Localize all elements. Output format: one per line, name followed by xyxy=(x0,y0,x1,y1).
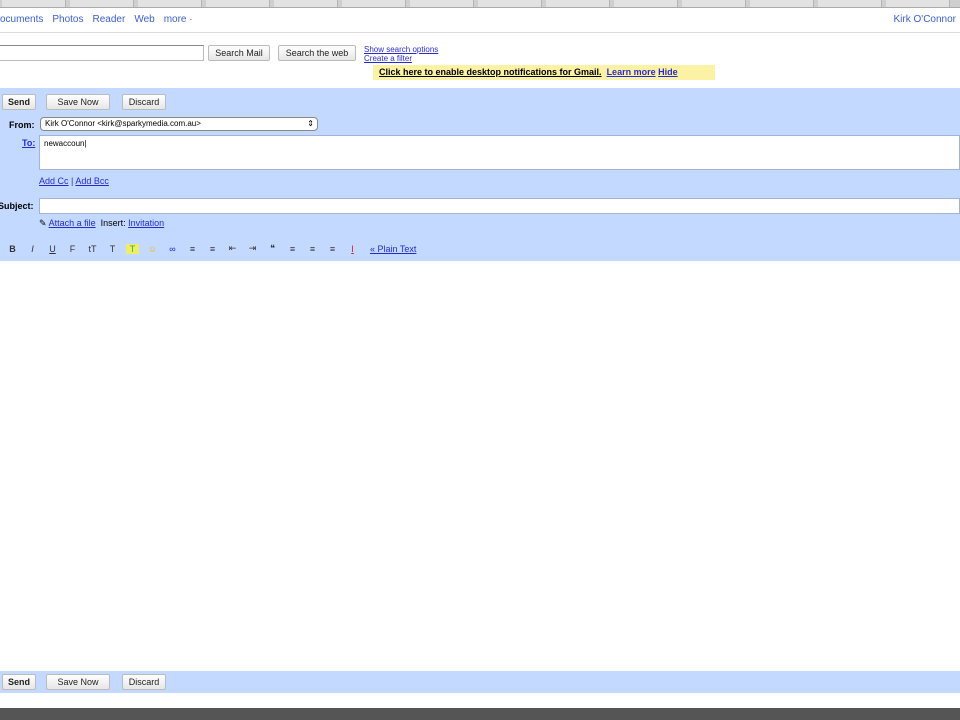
search-input[interactable] xyxy=(0,45,204,61)
message-body[interactable] xyxy=(0,261,960,671)
nav-more[interactable]: more · xyxy=(164,14,193,25)
bookmarks-bar xyxy=(0,0,960,8)
highlight-icon[interactable]: T xyxy=(126,243,139,254)
google-nav: ocuments Photos Reader Web more · xyxy=(0,14,193,25)
formatting-toolbar: B I U F tT T T ☺ ∞ ≡ ≡ ⇤ ⇥ ❝ ≡ ≡ ≡ I « P… xyxy=(6,243,416,254)
window-bottom-edge xyxy=(0,708,960,720)
send-button-bottom[interactable]: Send xyxy=(2,674,36,690)
save-now-button-bottom[interactable]: Save Now xyxy=(46,674,110,690)
align-right-icon[interactable]: ≡ xyxy=(326,244,339,254)
paperclip-icon: ✎ xyxy=(39,218,47,228)
nav-documents[interactable]: ocuments xyxy=(0,14,43,25)
link-icon[interactable]: ∞ xyxy=(166,244,179,254)
compose-header xyxy=(0,88,960,261)
plain-text-link[interactable]: « Plain Text xyxy=(370,244,416,254)
smiley-icon[interactable]: ☺ xyxy=(146,244,159,254)
send-button[interactable]: Send xyxy=(2,94,36,110)
search-mail-button[interactable]: Search Mail xyxy=(208,45,270,61)
underline-icon[interactable]: U xyxy=(46,244,59,254)
to-field[interactable]: newaccoun| xyxy=(39,135,960,170)
user-name[interactable]: Kirk O'Connor xyxy=(894,14,957,25)
from-value: Kirk O'Connor <kirk@sparkymedia.com.au> xyxy=(45,119,201,128)
quote-icon[interactable]: ❝ xyxy=(266,243,279,254)
insert-label: Insert: xyxy=(100,218,126,228)
nav-photos[interactable]: Photos xyxy=(52,14,83,25)
align-center-icon[interactable]: ≡ xyxy=(306,244,319,254)
align-left-icon[interactable]: ≡ xyxy=(286,244,299,254)
add-cc-link[interactable]: Add Cc xyxy=(39,176,69,186)
outdent-icon[interactable]: ⇤ xyxy=(226,243,239,254)
text-color-icon[interactable]: T xyxy=(106,244,119,254)
save-now-button[interactable]: Save Now xyxy=(46,94,110,110)
bold-icon[interactable]: B xyxy=(6,244,19,254)
search-web-button[interactable]: Search the web xyxy=(278,45,356,61)
nav-reader[interactable]: Reader xyxy=(93,14,126,25)
from-select[interactable]: Kirk O'Connor <kirk@sparkymedia.com.au> ⇕ xyxy=(40,117,318,131)
nav-web[interactable]: Web xyxy=(134,14,154,25)
show-search-options-link[interactable]: Show search options xyxy=(364,45,438,54)
indent-icon[interactable]: ⇥ xyxy=(246,243,259,254)
create-filter-link[interactable]: Create a filter xyxy=(364,54,438,63)
numbered-list-icon[interactable]: ≡ xyxy=(186,244,199,254)
select-arrows-icon: ⇕ xyxy=(307,119,314,128)
font-size-icon[interactable]: tT xyxy=(86,244,99,254)
notification-banner: Click here to enable desktop notificatio… xyxy=(373,65,715,80)
attach-file-link[interactable]: Attach a file xyxy=(49,218,96,228)
italic-icon[interactable]: I xyxy=(26,244,39,254)
subject-field[interactable] xyxy=(39,198,960,214)
font-icon[interactable]: F xyxy=(66,244,79,254)
to-label[interactable]: To: xyxy=(22,138,35,148)
divider xyxy=(0,32,960,33)
discard-button-bottom[interactable]: Discard xyxy=(122,674,166,690)
add-bcc-link[interactable]: Add Bcc xyxy=(75,176,109,186)
subject-label: Subject: xyxy=(0,201,34,211)
from-label: From: xyxy=(9,120,35,130)
remove-formatting-icon[interactable]: I xyxy=(346,244,359,254)
invitation-link[interactable]: Invitation xyxy=(128,218,164,228)
hide-link[interactable]: Hide xyxy=(658,67,678,77)
to-value: newaccoun xyxy=(44,139,85,148)
bulleted-list-icon[interactable]: ≡ xyxy=(206,244,219,254)
learn-more-link[interactable]: Learn more xyxy=(607,67,656,77)
discard-button[interactable]: Discard xyxy=(122,94,166,110)
link-separator: | xyxy=(71,176,74,186)
enable-notifications-link[interactable]: Click here to enable desktop notificatio… xyxy=(379,67,602,77)
